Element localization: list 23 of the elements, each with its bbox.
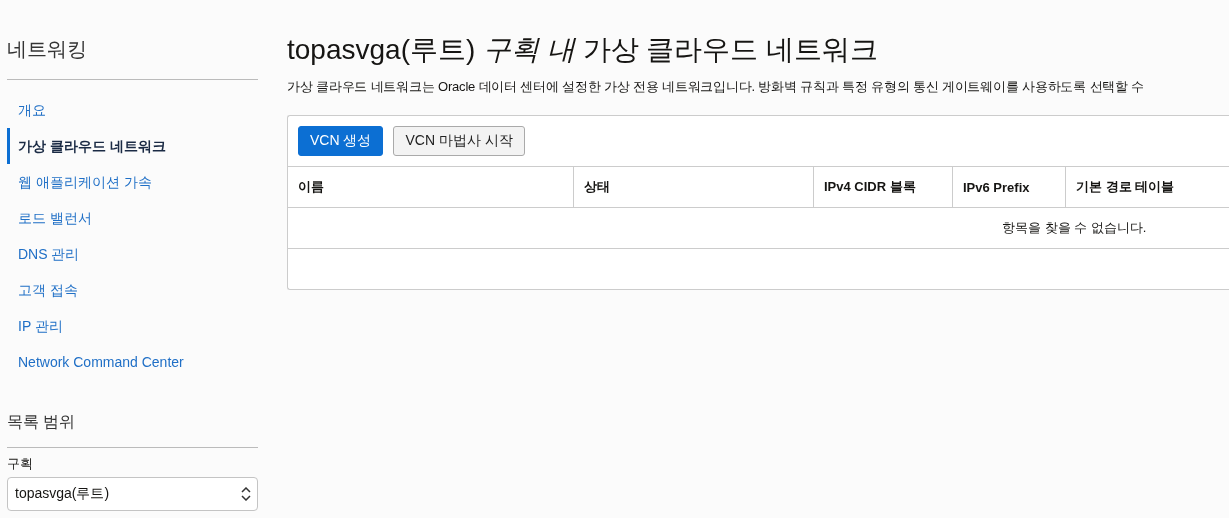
nav-link[interactable]: IP 관리 [7, 308, 258, 344]
wizard-button[interactable]: VCN 마법사 시작 [393, 126, 525, 156]
section-title: 목록 범위 [7, 412, 258, 448]
empty-message: 항목을 찾을 수 없습니다. [1002, 219, 1147, 237]
create-button[interactable]: VCN 생성 [298, 126, 384, 156]
page-description: 가상 클라우드 네트워크는 Oracle 데이터 센터에 설정한 가상 전용 네트워크입니다. 방화벽 규칙과 특정 유형의 통신 게이트웨이를 사용하도록 선택할 수 [287, 78, 1146, 96]
field-label: 구획 [7, 455, 34, 473]
nav-link[interactable]: 웹 애플리케이션 가속 [7, 164, 258, 200]
nav-link[interactable]: DNS 관리 [7, 236, 258, 272]
nav-link[interactable]: 고객 접속 [7, 272, 258, 308]
sidebar-title: 네트워킹 [7, 36, 258, 80]
column-header: IPv4 CIDR 블록 [814, 166, 953, 207]
column-header: 상태 [574, 166, 814, 207]
chevron-up-down-icon [241, 487, 251, 501]
compartment-select[interactable]: topasvga(루트) [7, 477, 258, 511]
nav-link[interactable]: Network Command Center [7, 344, 258, 380]
column-header: 기본 경로 테이블 [1066, 166, 1229, 207]
nav-link[interactable]: 가상 클라우드 네트워크 [7, 128, 258, 164]
nav-link[interactable]: 개요 [7, 92, 258, 128]
column-header: IPv6 Prefix [953, 166, 1066, 207]
page-title: topasvga(루트) 구획 내 가상 클라우드 네트워크 [287, 33, 880, 67]
nav-link[interactable]: 로드 밸런서 [7, 200, 258, 236]
column-header: 이름 [288, 166, 574, 207]
